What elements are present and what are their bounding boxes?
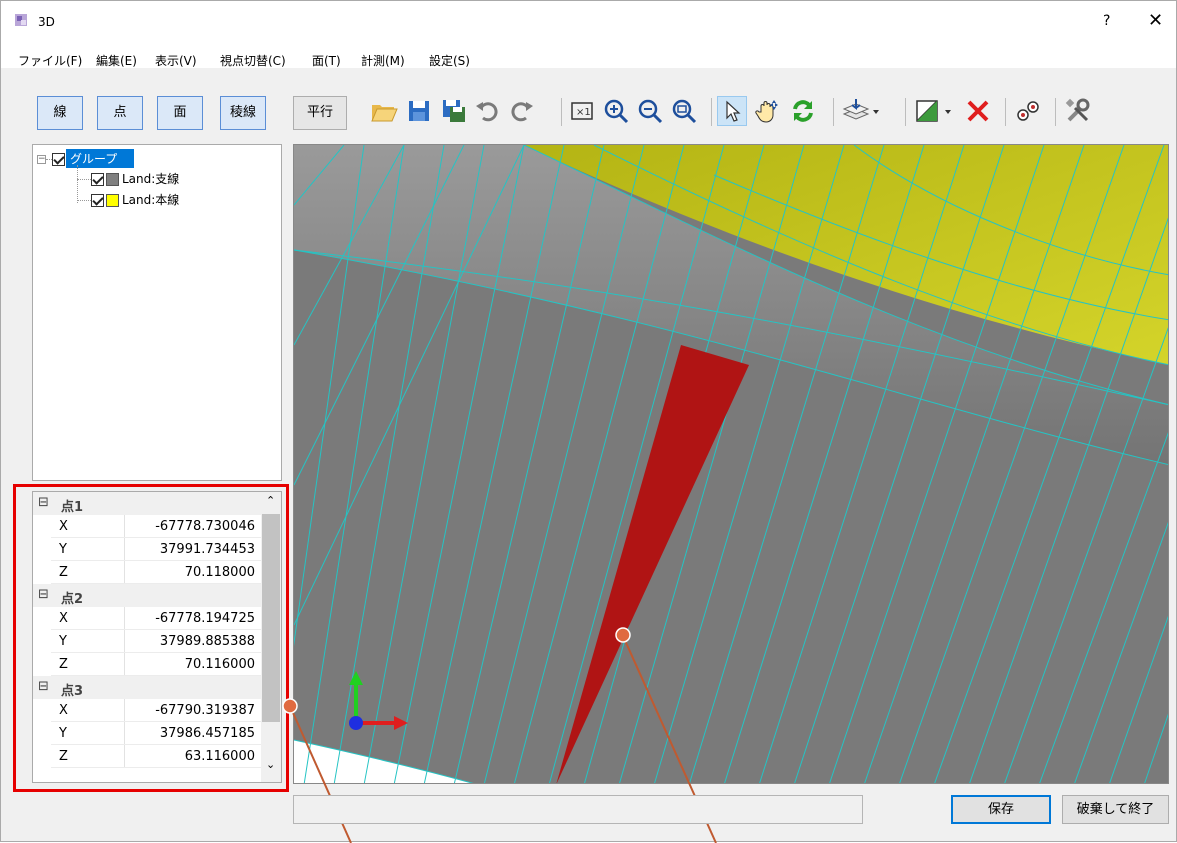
annotation-overlay bbox=[282, 627, 717, 843]
status-bar bbox=[293, 795, 863, 824]
annotation-marker bbox=[282, 698, 298, 714]
discard-exit-button[interactable]: 破棄して終了 bbox=[1062, 795, 1169, 824]
save-button[interactable]: 保存 bbox=[951, 795, 1051, 824]
app-window: 3D ? ✕ ファイル(F) 編集(E) 表示(V) 視点切替(C) 面(T) … bbox=[0, 0, 1177, 843]
annotation-marker bbox=[615, 627, 631, 643]
